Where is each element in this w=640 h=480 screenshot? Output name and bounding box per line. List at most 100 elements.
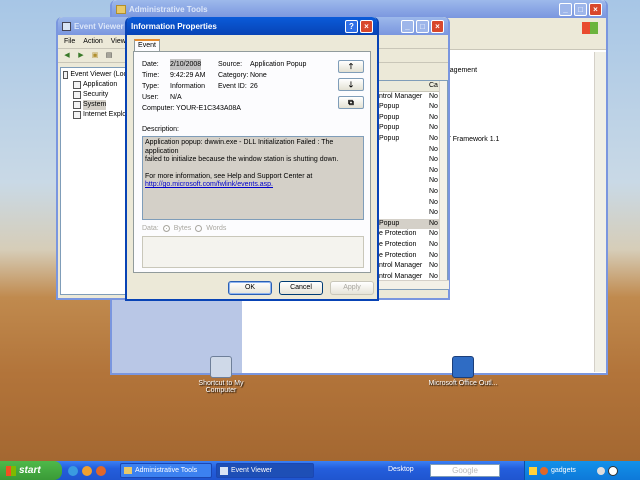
- ev-maximize-button[interactable]: □: [416, 19, 429, 33]
- tree-internet-explorer[interactable]: Internet Explo: [63, 110, 127, 120]
- log-icon: [73, 81, 81, 89]
- cancel-button[interactable]: Cancel: [279, 281, 323, 295]
- previous-event-button[interactable]: 🡑: [338, 60, 364, 73]
- ok-button[interactable]: OK: [228, 281, 272, 295]
- quicklaunch-ie-icon[interactable]: [68, 465, 78, 476]
- table-row[interactable]: ntrol Manager No: [377, 261, 447, 272]
- tree-application[interactable]: Application: [63, 80, 127, 90]
- dialog-titlebar[interactable]: Information Properties ? ×: [127, 17, 377, 35]
- words-radio[interactable]: [195, 225, 203, 232]
- row-category: No: [429, 92, 438, 100]
- time-value: 9:42:29 AM: [170, 72, 206, 79]
- down-arrow-icon: 🡓: [348, 80, 354, 89]
- ev-close-button[interactable]: ×: [431, 19, 444, 33]
- time-label: Time:: [142, 72, 160, 79]
- table-row[interactable]: ntrol Manager No: [377, 92, 447, 103]
- computer-value: YOUR-E1C343A08A: [176, 105, 241, 112]
- admin-scrollbar[interactable]: [594, 52, 606, 372]
- table-row[interactable]: Popup No: [377, 218, 447, 230]
- row-category: No: [429, 187, 438, 195]
- table-row[interactable]: e Protection No: [377, 229, 447, 240]
- quicklaunch-firefox-icon[interactable]: [96, 465, 106, 476]
- description-box[interactable]: Application popup: dwwin.exe - DLL Initi…: [142, 136, 364, 220]
- forward-icon[interactable]: ▶: [76, 51, 86, 61]
- tray-icon-1[interactable]: [529, 466, 537, 475]
- next-event-button[interactable]: 🡓: [338, 78, 364, 91]
- google-search-box[interactable]: Google: [430, 464, 500, 477]
- my-computer-shortcut[interactable]: Shortcut to My Computer: [186, 356, 256, 394]
- table-row[interactable]: No: [377, 145, 447, 156]
- gadgets-label[interactable]: gadgets: [551, 467, 576, 474]
- close-button[interactable]: ×: [589, 2, 602, 16]
- tray-icon-3[interactable]: [596, 466, 605, 475]
- apply-button[interactable]: Apply: [330, 281, 374, 295]
- admin-tools-titlebar[interactable]: Administrative Tools _ □ ×: [112, 0, 606, 18]
- help-link[interactable]: http://go.microsoft.com/fwlink/events.as…: [145, 181, 361, 190]
- start-button[interactable]: start: [0, 461, 62, 480]
- date-value[interactable]: 2/10/2008: [170, 59, 202, 70]
- row-source: Popup: [379, 134, 400, 142]
- show-hide-tree-icon[interactable]: ▤: [104, 51, 114, 61]
- row-source: [377, 166, 427, 177]
- row-category: No: [429, 124, 438, 132]
- quicklaunch-media-icon[interactable]: [82, 465, 92, 476]
- table-row[interactable]: e Protection No: [377, 240, 447, 251]
- taskbar: start Administrative Tools Event Viewer …: [0, 461, 640, 480]
- tree-event-viewer-root[interactable]: Event Viewer (Loc: [63, 70, 127, 80]
- table-row[interactable]: No: [377, 166, 447, 177]
- table-row[interactable]: Popup No: [377, 123, 447, 134]
- description-label: Description:: [142, 126, 179, 133]
- clock-icon[interactable]: [607, 465, 618, 476]
- list-hscrollbar[interactable]: [377, 280, 449, 289]
- tree-security[interactable]: Security: [63, 90, 127, 100]
- menu-view[interactable]: View: [111, 38, 126, 45]
- table-row[interactable]: No: [377, 176, 447, 187]
- help-button[interactable]: ?: [345, 19, 358, 33]
- row-category: No: [429, 262, 438, 270]
- bytes-radio[interactable]: [162, 225, 170, 232]
- row-source: Popup: [379, 113, 400, 121]
- menu-file[interactable]: File: [64, 38, 75, 45]
- log-icon: [73, 91, 81, 99]
- ev-minimize-button[interactable]: _: [401, 19, 414, 33]
- table-row[interactable]: No: [377, 208, 447, 219]
- dialog-close-button[interactable]: ×: [360, 19, 373, 33]
- table-row[interactable]: Popup No: [377, 134, 447, 145]
- data-box[interactable]: [142, 236, 364, 268]
- col-category-header[interactable]: Ca: [427, 81, 439, 91]
- windows-logo-icon: [582, 22, 598, 34]
- back-icon[interactable]: ◀: [62, 51, 72, 61]
- description-line-2: failed to initialize because the window …: [145, 156, 339, 163]
- tree-security-label: Security: [83, 91, 109, 98]
- col-source-header[interactable]: [377, 81, 427, 91]
- desktop-toolbar-label[interactable]: Desktop: [388, 466, 414, 473]
- table-row[interactable]: Popup No: [377, 102, 447, 113]
- table-row[interactable]: Popup No: [377, 113, 447, 124]
- menu-action[interactable]: Action: [83, 38, 102, 45]
- outlook-shortcut[interactable]: Microsoft Office Outl...: [428, 356, 498, 387]
- table-row[interactable]: No: [377, 187, 447, 198]
- task-ev-label: Event Viewer: [231, 467, 273, 474]
- tray-icon-2[interactable]: [540, 466, 548, 475]
- data-label: Data:: [142, 225, 159, 232]
- row-category: No: [429, 145, 438, 153]
- list-vscrollbar[interactable]: [439, 81, 447, 281]
- table-row[interactable]: e Protection No: [377, 251, 447, 262]
- my-computer-label: Shortcut to My Computer: [198, 380, 244, 394]
- task-admin-tools[interactable]: Administrative Tools: [120, 463, 212, 478]
- outlook-label: Microsoft Office Outl...: [428, 380, 498, 387]
- type-label: Type:: [142, 83, 160, 90]
- windows-flag-icon: [6, 465, 16, 476]
- table-row[interactable]: No: [377, 198, 447, 209]
- user-label: User:: [142, 94, 159, 101]
- table-row[interactable]: No: [377, 155, 447, 166]
- admin-item-2[interactable]: ET Framework 1.1: [442, 136, 499, 143]
- up-folder-icon[interactable]: ▣: [90, 51, 100, 61]
- maximize-button[interactable]: □: [574, 2, 587, 16]
- outlook-icon: [452, 356, 474, 378]
- minimize-button[interactable]: _: [559, 2, 572, 16]
- task-event-viewer[interactable]: Event Viewer: [216, 463, 314, 478]
- tab-event[interactable]: Event: [134, 39, 160, 51]
- copy-button[interactable]: ⧉: [338, 96, 364, 109]
- tree-system[interactable]: System: [63, 100, 127, 110]
